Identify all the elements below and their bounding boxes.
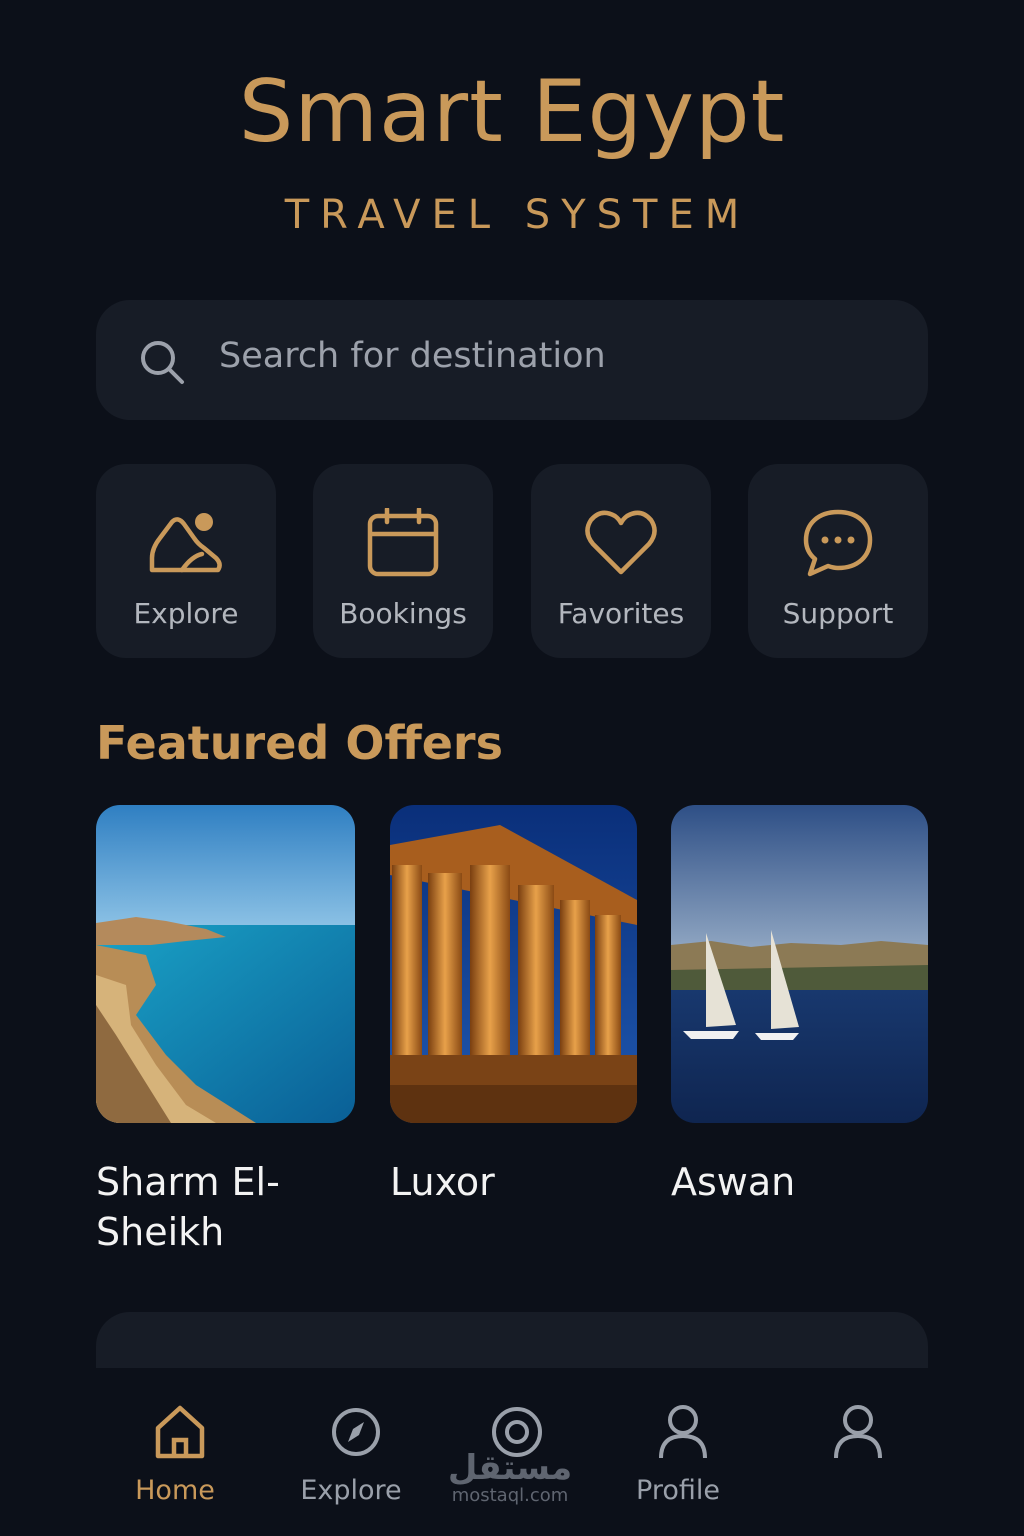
quick-action-label: Bookings: [339, 597, 467, 630]
watermark-arabic: مستقل: [447, 1448, 573, 1488]
nav-item-explore[interactable]: Explore: [281, 1400, 421, 1520]
offer-name: Aswan: [671, 1160, 796, 1204]
watermark-latin: mostaql.com: [451, 1485, 569, 1506]
offer-name: Luxor: [390, 1160, 495, 1204]
app-title: Smart Egypt: [238, 62, 786, 162]
quick-action-support[interactable]: Support: [748, 464, 928, 658]
search-input[interactable]: Search for destination: [219, 336, 606, 376]
nav-item-profile[interactable]: Profile: [608, 1400, 748, 1520]
home-icon: [155, 1405, 205, 1459]
offer-name: Sharm El-Sheikh: [96, 1160, 280, 1254]
nav-item-account[interactable]: [783, 1400, 923, 1520]
nav-label: Home: [135, 1475, 215, 1506]
user-icon: [834, 1405, 882, 1459]
quick-action-bookings[interactable]: Bookings: [313, 464, 493, 658]
calendar-icon: [367, 508, 439, 577]
search-icon[interactable]: [138, 338, 186, 386]
compass-icon: [332, 1408, 380, 1456]
user-icon: [659, 1405, 707, 1459]
chat-bubble-icon: [803, 509, 873, 577]
quick-action-favorites[interactable]: Favorites: [531, 464, 711, 658]
beach-coastline-photo[interactable]: [96, 805, 355, 1123]
quick-action-explore[interactable]: Explore: [96, 464, 276, 658]
app-subtitle: TRAVEL SYSTEM: [284, 192, 751, 238]
app-screen: Smart Egypt TRAVEL SYSTEM Search for des…: [0, 0, 1024, 1536]
quick-action-label: Explore: [133, 597, 239, 630]
watermark: مستقل mostaql.com: [440, 1450, 580, 1506]
nav-label: Profile: [636, 1475, 720, 1506]
heart-icon: [585, 510, 657, 575]
temple-columns-photo[interactable]: [390, 805, 637, 1123]
nav-item-home[interactable]: Home: [105, 1400, 245, 1520]
mountain-landscape-icon: [149, 513, 222, 573]
quick-action-label: Favorites: [557, 597, 685, 630]
nav-label: Explore: [300, 1475, 402, 1506]
nile-sailboats-photo[interactable]: [671, 805, 928, 1123]
featured-offers-heading: Featured Offers: [96, 716, 503, 770]
quick-action-label: Support: [782, 597, 894, 630]
